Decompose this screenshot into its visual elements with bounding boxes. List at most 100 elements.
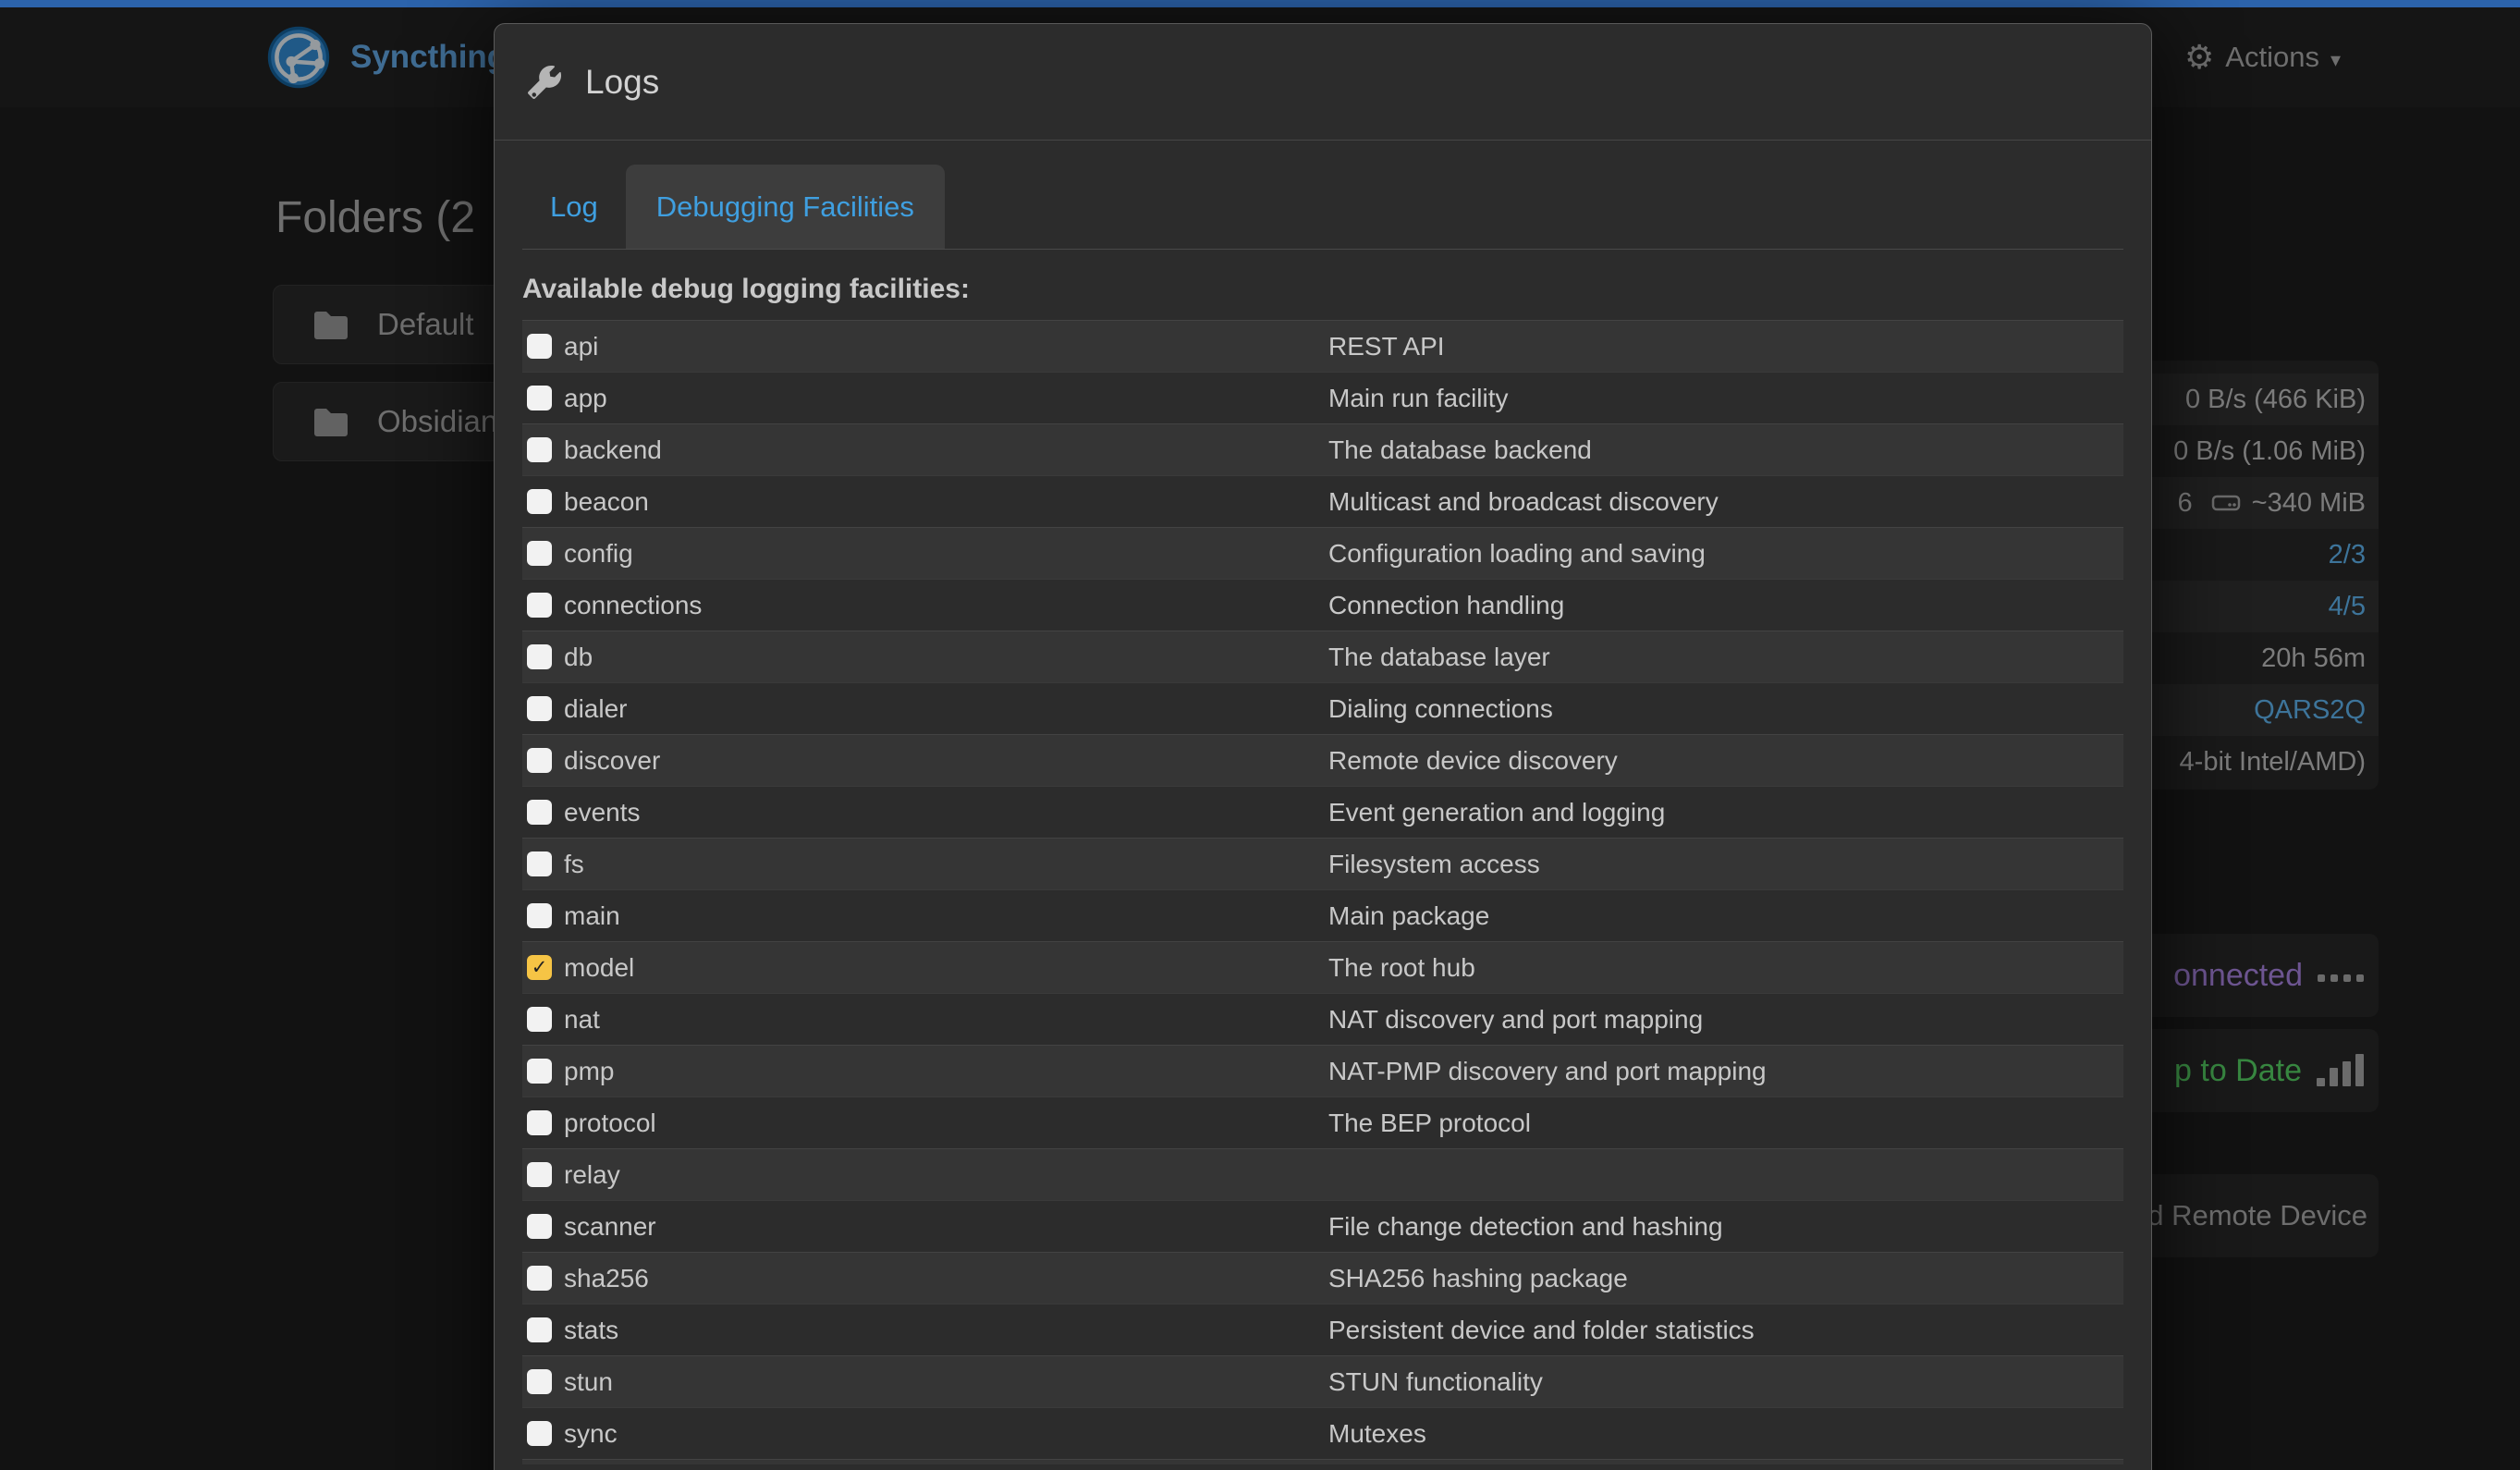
facility-checkbox-stun[interactable] — [527, 1369, 552, 1394]
facility-name: backend — [564, 435, 662, 465]
facility-name: api — [564, 332, 598, 361]
facility-row: apiREST API — [522, 320, 2123, 372]
facilities-heading: Available debug logging facilities: — [522, 274, 2123, 305]
facility-row: protocol The BEP protocol — [522, 1096, 2123, 1148]
modal-title: Logs — [585, 63, 659, 102]
facility-name: dialer — [564, 694, 627, 724]
facility-name: sha256 — [564, 1264, 649, 1293]
facility-name-cell: app — [522, 384, 1328, 413]
facility-row: dbThe database layer — [522, 631, 2123, 682]
facility-description: File change detection and hashing — [1328, 1212, 2123, 1242]
facility-checkbox-model[interactable]: ✓ — [527, 955, 552, 980]
facility-name-cell: beacon — [522, 487, 1328, 517]
facility-name-cell: fs — [522, 850, 1328, 879]
facility-checkbox-db[interactable] — [527, 644, 552, 669]
facility-name: beacon — [564, 487, 649, 517]
facility-name: pmp — [564, 1057, 614, 1086]
facility-name-cell: config — [522, 539, 1328, 569]
facility-checkbox-beacon[interactable] — [527, 489, 552, 514]
facility-row: config Configuration loading and saving — [522, 527, 2123, 579]
facility-checkbox-dialer[interactable] — [527, 696, 552, 721]
facility-name: app — [564, 384, 607, 413]
facility-row: appMain run facility — [522, 372, 2123, 423]
facility-row: stats Persistent device and folder statis… — [522, 1304, 2123, 1355]
facility-name: sync — [564, 1419, 618, 1449]
facility-description: SHA256 hashing package — [1328, 1264, 2123, 1293]
facility-name: connections — [564, 591, 702, 620]
facility-checkbox-sync[interactable] — [527, 1421, 552, 1446]
facility-name-cell: sha256 — [522, 1264, 1328, 1293]
facility-description: Dialing connections — [1328, 694, 2123, 724]
facility-description: Persistent device and folder statistics — [1328, 1316, 2123, 1345]
facility-description: Main package — [1328, 901, 2123, 931]
facility-row: syncMutexes — [522, 1407, 2123, 1459]
facility-name-cell: discover — [522, 746, 1328, 776]
facility-description: NAT discovery and port mapping — [1328, 1005, 2123, 1035]
facility-checkbox-pmp[interactable] — [527, 1059, 552, 1084]
facility-description: STUN functionality — [1328, 1367, 2123, 1397]
facility-row-partial — [522, 1459, 2123, 1464]
facility-name: main — [564, 901, 620, 931]
facility-name: fs — [564, 850, 584, 879]
modal-tabs: Log Debugging Facilities — [522, 165, 2123, 250]
facility-description: Event generation and logging — [1328, 798, 2123, 827]
facility-row: pmpNAT-PMP discovery and port mapping — [522, 1045, 2123, 1096]
facility-checkbox-protocol[interactable] — [527, 1110, 552, 1135]
facility-name-cell: relay — [522, 1160, 1328, 1190]
facility-description: Connection handling — [1328, 591, 2123, 620]
facility-checkbox-events[interactable] — [527, 800, 552, 825]
facility-name-cell: api — [522, 332, 1328, 361]
facility-row: connections Connection handling — [522, 579, 2123, 631]
facility-name: scanner — [564, 1212, 656, 1242]
facility-name-cell: sync — [522, 1419, 1328, 1449]
facility-name-cell: events — [522, 798, 1328, 827]
wrench-icon — [528, 66, 561, 99]
facility-name-cell: pmp — [522, 1057, 1328, 1086]
facility-checkbox-connections[interactable] — [527, 593, 552, 618]
facility-name-cell: ✓ model — [522, 953, 1328, 983]
facility-description: Filesystem access — [1328, 850, 2123, 879]
facility-checkbox-backend[interactable] — [527, 437, 552, 462]
facility-name: stun — [564, 1367, 613, 1397]
facility-name: stats — [564, 1316, 618, 1345]
facility-row: sha256 SHA256 hashing package — [522, 1252, 2123, 1304]
facility-row: ✓ model The root hub — [522, 941, 2123, 993]
facility-checkbox-discover[interactable] — [527, 748, 552, 773]
facilities-table: apiREST APIappMain run facility backend Th… — [522, 320, 2123, 1464]
facility-name: config — [564, 539, 633, 569]
facility-row: dialer Dialing connections — [522, 682, 2123, 734]
facility-row: events Event generation and logging — [522, 786, 2123, 838]
facility-description: The database backend — [1328, 435, 2123, 465]
facility-checkbox-api[interactable] — [527, 334, 552, 359]
modal-body: Log Debugging Facilities Available debug… — [495, 165, 2151, 1464]
facility-name-cell: backend — [522, 435, 1328, 465]
facility-name-cell: main — [522, 901, 1328, 931]
facility-checkbox-stats[interactable] — [527, 1317, 552, 1342]
facility-name-cell: nat — [522, 1005, 1328, 1035]
facility-description: Multicast and broadcast discovery — [1328, 487, 2123, 517]
facility-checkbox-main[interactable] — [527, 903, 552, 928]
facility-name-cell: stun — [522, 1367, 1328, 1397]
facility-checkbox-sha256[interactable] — [527, 1266, 552, 1291]
facility-name: protocol — [564, 1109, 656, 1138]
facility-name: events — [564, 798, 641, 827]
facility-description: Remote device discovery — [1328, 746, 2123, 776]
app-root: Syncthing ⚙ Actions ▾ Folders (2 Default… — [0, 0, 2520, 1470]
tab-log[interactable]: Log — [522, 165, 626, 249]
facility-checkbox-fs[interactable] — [527, 851, 552, 876]
facility-row: main Main package — [522, 889, 2123, 941]
facility-checkbox-config[interactable] — [527, 541, 552, 566]
facility-description: The BEP protocol — [1328, 1109, 2123, 1138]
facility-name: nat — [564, 1005, 600, 1035]
facility-checkbox-scanner[interactable] — [527, 1214, 552, 1239]
facility-row: nat NAT discovery and port mapping — [522, 993, 2123, 1045]
facility-checkbox-nat[interactable] — [527, 1007, 552, 1032]
facility-row: stun STUN functionality — [522, 1355, 2123, 1407]
facility-checkbox-relay[interactable] — [527, 1162, 552, 1187]
tab-debugging-facilities[interactable]: Debugging Facilities — [626, 165, 945, 249]
facility-description: The root hub — [1328, 953, 2123, 983]
facility-description: Configuration loading and saving — [1328, 539, 2123, 569]
facility-checkbox-app[interactable] — [527, 386, 552, 410]
facility-name: model — [564, 953, 634, 983]
facility-description: The database layer — [1328, 643, 2123, 672]
